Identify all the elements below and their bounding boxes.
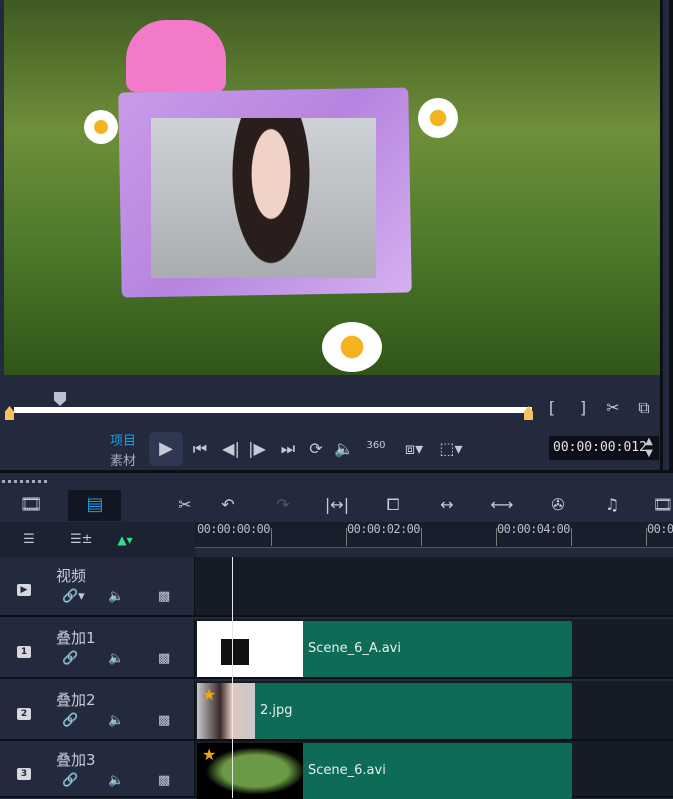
heart-decoration	[126, 20, 226, 92]
prev-frame-icon[interactable]: ◀|	[221, 439, 241, 459]
track-overlay-3[interactable]: 3 叠加3 🔗 🔈 ▩ ★ Scene_6.avi	[0, 741, 673, 799]
volume-icon[interactable]: 🔈	[108, 773, 124, 788]
timeline-icon: ▤	[86, 494, 104, 515]
mark-icon[interactable]: ▲▾	[112, 530, 138, 550]
tools-icon[interactable]: ✂	[174, 495, 196, 515]
fit-timeline-icon[interactable]: |↔|	[324, 495, 350, 515]
play-button[interactable]: ▶	[149, 432, 183, 466]
track-header: 2 叠加2 🔗 🔈 ▩	[0, 681, 195, 739]
track-header: ▶ 视频 🔗▾ 🔈 ▩	[0, 557, 195, 615]
clip-thumbnail	[197, 621, 303, 677]
scrub-thumb[interactable]	[54, 392, 66, 406]
undo-icon[interactable]: ↶	[217, 495, 239, 515]
track-overlay-1[interactable]: 1 叠加1 🔗 🔈 ▩ Scene_6_A.avi	[0, 619, 673, 679]
ripple-icon[interactable]: ⟷	[488, 495, 516, 515]
track-manager-icon[interactable]: ☰	[18, 530, 40, 550]
scrub-bar[interactable]	[14, 407, 532, 413]
fit-project-icon[interactable]: ⧠	[380, 495, 406, 515]
volume-icon[interactable]: 🔈	[108, 651, 124, 666]
transparency-icon[interactable]: ▩	[158, 713, 170, 728]
clip-name: Scene_6.avi	[308, 763, 386, 778]
storyboard-icon[interactable]: 🎞	[18, 495, 44, 515]
next-frame-icon[interactable]: |▶	[247, 439, 267, 459]
clip[interactable]: ★ 2.jpg	[197, 683, 572, 739]
mode-project[interactable]: 项目	[110, 430, 136, 449]
track-header: 3 叠加3 🔗 🔈 ▩	[0, 741, 195, 796]
transparency-icon[interactable]: ▩	[158, 589, 170, 604]
mark-out-icon[interactable]: ]	[575, 398, 591, 418]
daisy	[322, 322, 382, 372]
mark-in-handle[interactable]	[5, 406, 14, 420]
track-video[interactable]: ▶ 视频 🔗▾ 🔈 ▩	[0, 557, 673, 617]
timeline-view-button[interactable]: ▤	[68, 490, 121, 521]
movie-icon[interactable]: 🎞	[652, 495, 673, 515]
track-name: 叠加1	[56, 629, 96, 647]
volume-icon[interactable]: 🔈	[108, 713, 124, 728]
link-icon[interactable]: 🔗	[62, 651, 78, 666]
crop-select-icon[interactable]: ⬚▾	[437, 439, 465, 459]
video-track-icon: ▶	[2, 577, 46, 596]
copy-icon[interactable]: ⧉	[634, 398, 654, 418]
link-icon[interactable]: 🔗	[62, 773, 78, 788]
play-icon: ▶	[159, 438, 173, 459]
add-track-icon[interactable]: ☰±	[70, 530, 93, 550]
video-preview	[4, 0, 660, 375]
track-header-toolbar: ☰ ☰± ▲▾	[0, 522, 195, 557]
timeline-ruler[interactable]: 00:00:00:00 00:00:02:00 00:00:04:00 00:0	[195, 522, 673, 548]
timecode-stepper[interactable]: ▲ ▼	[642, 436, 656, 460]
transparency-icon[interactable]: ▩	[158, 651, 170, 666]
volume-icon[interactable]: 🔈	[334, 439, 354, 459]
ruler-label: 00:00:04:00	[497, 522, 570, 536]
ruler-label: 00:00:02:00	[347, 522, 420, 536]
ruler-label: 00:0	[647, 522, 673, 536]
daisy	[84, 110, 118, 144]
record-icon[interactable]: ✇	[546, 495, 570, 515]
star-icon: ★	[202, 745, 217, 764]
scrollbar[interactable]	[660, 0, 673, 470]
overlay-track-icon: 3	[2, 761, 46, 780]
skip-start-icon[interactable]: ⏮	[190, 439, 210, 459]
overlay-track-icon: 2	[2, 701, 46, 720]
audio-icon[interactable]: ♫	[600, 495, 624, 515]
playhead[interactable]	[232, 557, 233, 798]
scissors-icon[interactable]: ✂	[603, 398, 623, 418]
daisy	[418, 98, 458, 138]
volume-icon[interactable]: 🔈	[108, 589, 124, 604]
mark-in-icon[interactable]: [	[544, 398, 560, 418]
clip-name: 2.jpg	[260, 703, 293, 718]
resize-handle[interactable]	[2, 480, 47, 483]
track-header: 1 叠加1 🔗 🔈 ▩	[0, 619, 195, 677]
mode-clip[interactable]: 素材	[110, 450, 136, 469]
track-overlay-2[interactable]: 2 叠加2 🔗 🔈 ▩ ★ 2.jpg	[0, 681, 673, 741]
skip-end-icon[interactable]: ⏭	[278, 439, 298, 459]
track-name: 叠加3	[56, 751, 96, 769]
track-name: 叠加2	[56, 691, 96, 709]
overlay-track-icon: 1	[2, 639, 46, 658]
repeat-icon[interactable]: ⟳	[306, 439, 326, 459]
clip-thumbnail: ★	[197, 683, 255, 739]
360-icon[interactable]: 360	[362, 436, 390, 456]
aspect-icon[interactable]: ⧈▾	[400, 439, 428, 459]
clip-name: Scene_6_A.avi	[308, 641, 401, 656]
ruler-label: 00:00:00:00	[197, 522, 270, 536]
ruler-strip	[195, 548, 673, 557]
clip[interactable]: Scene_6_A.avi	[197, 621, 572, 677]
transparency-icon[interactable]: ▩	[158, 773, 170, 788]
redo-icon[interactable]: ↷	[272, 495, 294, 515]
clip-thumbnail: ★	[197, 743, 303, 799]
split-icon[interactable]: ↔	[434, 495, 460, 515]
portrait	[226, 118, 316, 278]
track-name: 视频	[56, 567, 87, 585]
link-icon[interactable]: 🔗	[62, 713, 78, 728]
divider	[0, 470, 673, 473]
link-icon[interactable]: 🔗▾	[62, 589, 85, 604]
star-icon: ★	[202, 685, 217, 704]
clip[interactable]: ★ Scene_6.avi	[197, 743, 572, 799]
